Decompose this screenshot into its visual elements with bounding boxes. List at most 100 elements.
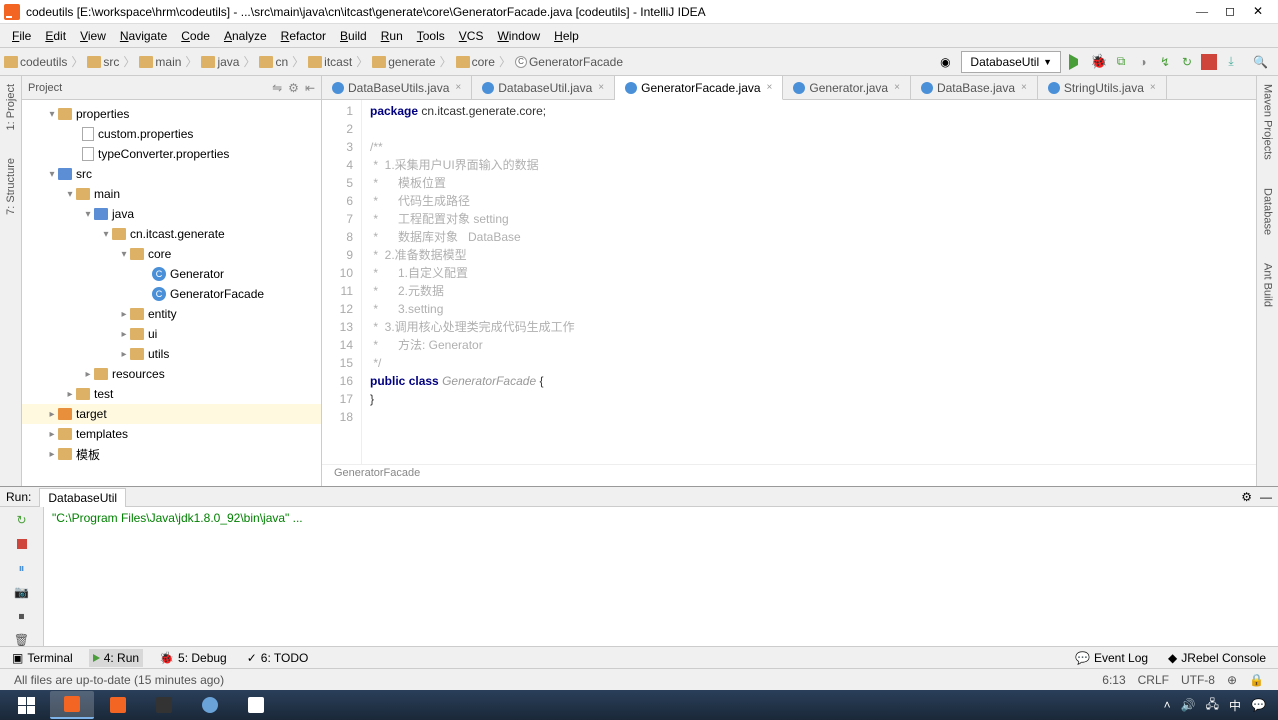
tree-class-generator[interactable]: Generator — [170, 267, 224, 281]
run-minimize-icon[interactable]: — — [1260, 490, 1272, 504]
console-output[interactable]: "C:\Program Files\Java\jdk1.8.0_92\bin\j… — [44, 507, 1278, 653]
maven-tool-button[interactable]: Maven Projects — [1262, 80, 1274, 164]
taskbar-intellij[interactable] — [50, 691, 94, 719]
editor-tab[interactable]: StringUtils.java× — [1038, 76, 1167, 99]
breadcrumb-item[interactable]: main — [139, 55, 181, 69]
tree-file-custom[interactable]: custom.properties — [98, 127, 193, 141]
tree-folder-utils[interactable]: utils — [148, 347, 169, 361]
terminal-tab[interactable]: ▣ Terminal — [8, 649, 77, 667]
structure-tool-button[interactable]: 7: Structure — [5, 154, 17, 219]
breadcrumb-item[interactable]: codeutils — [4, 55, 67, 69]
editor-tab[interactable]: DatabaseUtil.java× — [472, 76, 615, 99]
tree-folder-templates[interactable]: templates — [76, 427, 128, 441]
taskbar-app3[interactable] — [142, 691, 186, 719]
tray-network-icon[interactable]: 🖧 — [1206, 695, 1219, 716]
editor-tab[interactable]: DataBaseUtils.java× — [322, 76, 472, 99]
tree-folder-java[interactable]: java — [112, 207, 134, 221]
database-tool-button[interactable]: Database — [1262, 184, 1274, 239]
breadcrumb-item[interactable]: generate — [372, 55, 435, 69]
menu-run[interactable]: Run — [375, 27, 409, 45]
insert-mode[interactable]: ⊕ — [1227, 673, 1237, 687]
breadcrumb-item[interactable]: src — [87, 55, 119, 69]
editor-tab[interactable]: GeneratorFacade.java× — [615, 76, 783, 100]
tree-folder-target[interactable]: target — [76, 407, 107, 421]
pause-icon[interactable]: ⏸ — [13, 559, 31, 577]
tray-chevron-icon[interactable]: ˄ — [1164, 698, 1171, 712]
tray-ime-icon[interactable]: 中 — [1229, 697, 1241, 714]
close-button[interactable]: ✕ — [1250, 4, 1266, 19]
menu-help[interactable]: Help — [548, 27, 585, 45]
run-gear-icon[interactable]: ⚙ — [1241, 490, 1252, 504]
tree-folder-core[interactable]: core — [148, 247, 171, 261]
stop-button[interactable] — [1201, 54, 1217, 70]
rerun-icon[interactable]: ↻ — [13, 511, 31, 529]
maximize-button[interactable]: ◻ — [1222, 4, 1238, 19]
hide-icon[interactable]: ⇤ — [305, 81, 315, 95]
code-editor[interactable]: package cn.itcast.generate.core; /** * 1… — [362, 100, 1256, 464]
menu-window[interactable]: Window — [491, 27, 546, 45]
tree-folder-entity[interactable]: entity — [148, 307, 177, 321]
run-config-selector[interactable]: DatabaseUtil ▼ — [961, 51, 1061, 73]
collapse-icon[interactable]: ⇋ — [272, 81, 282, 95]
jrebel-tab[interactable]: ◆ JRebel Console — [1164, 649, 1270, 667]
close-icon[interactable]: × — [598, 82, 604, 93]
search-icon[interactable]: 🔍 — [1253, 55, 1268, 69]
todo-tab[interactable]: ✓ 6: TODO — [243, 649, 313, 667]
breadcrumb-item[interactable]: CGeneratorFacade — [515, 55, 623, 69]
exit-icon[interactable]: ⏹ — [13, 607, 31, 625]
close-icon[interactable]: × — [1150, 82, 1156, 93]
minimize-button[interactable]: — — [1194, 4, 1210, 19]
editor-tab[interactable]: Generator.java× — [783, 76, 911, 99]
tree-package[interactable]: cn.itcast.generate — [130, 227, 225, 241]
project-tool-button[interactable]: 1: Project — [5, 80, 17, 134]
line-separator[interactable]: CRLF — [1138, 673, 1169, 687]
taskbar-app4[interactable] — [188, 691, 232, 719]
attach-button[interactable]: ↯ — [1157, 54, 1173, 70]
update-button[interactable]: ⤓ — [1223, 54, 1239, 70]
dump-icon[interactable]: 📷 — [13, 583, 31, 601]
menu-code[interactable]: Code — [175, 27, 216, 45]
close-icon[interactable]: × — [455, 82, 461, 93]
breadcrumb-item[interactable]: cn — [259, 55, 288, 69]
menu-view[interactable]: View — [74, 27, 112, 45]
menu-analyze[interactable]: Analyze — [218, 27, 273, 45]
editor-tab[interactable]: DataBase.java× — [911, 76, 1038, 99]
coverage-button[interactable]: ⧉ — [1113, 54, 1129, 70]
jrebel-button[interactable]: ↻ — [1179, 54, 1195, 70]
debug-button[interactable]: 🐞 — [1091, 54, 1107, 70]
menu-tools[interactable]: Tools — [411, 27, 451, 45]
close-icon[interactable]: × — [894, 82, 900, 93]
menu-build[interactable]: Build — [334, 27, 373, 45]
eventlog-tab[interactable]: 💬 Event Log — [1071, 649, 1152, 667]
breadcrumb-item[interactable]: itcast — [308, 55, 352, 69]
breadcrumb-item[interactable]: java — [201, 55, 239, 69]
tree-folder-test[interactable]: test — [94, 387, 113, 401]
tree-folder-src[interactable]: src — [76, 167, 92, 181]
stop-process-icon[interactable] — [13, 535, 31, 553]
gear-icon[interactable]: ⚙ — [288, 81, 299, 95]
encoding[interactable]: UTF-8 — [1181, 673, 1215, 687]
tree-folder-muban[interactable]: 模板 — [76, 446, 100, 463]
tree-folder-properties[interactable]: properties — [76, 107, 129, 121]
tray-notifications-icon[interactable]: 💬 — [1251, 698, 1266, 712]
run-tab[interactable]: DatabaseUtil — [39, 488, 126, 507]
tree-file-typeconverter[interactable]: typeConverter.properties — [98, 147, 229, 161]
taskbar-app5[interactable] — [234, 691, 278, 719]
tree-folder-main[interactable]: main — [94, 187, 120, 201]
close-icon[interactable]: × — [767, 82, 773, 93]
run-button[interactable] — [1069, 54, 1085, 70]
debug-tab[interactable]: 🐞 5: Debug — [155, 649, 231, 667]
compass-icon[interactable]: ◉ — [937, 54, 953, 70]
menu-file[interactable]: File — [6, 27, 37, 45]
taskbar-app2[interactable] — [96, 691, 140, 719]
tree-class-generatorfacade[interactable]: GeneratorFacade — [170, 287, 264, 301]
profile-button[interactable]: ◑ — [1135, 54, 1151, 70]
tree-folder-resources[interactable]: resources — [112, 367, 165, 381]
menu-vcs[interactable]: VCS — [453, 27, 490, 45]
close-icon[interactable]: × — [1021, 82, 1027, 93]
menu-edit[interactable]: Edit — [39, 27, 72, 45]
run-tab-bottom[interactable]: 4: Run — [89, 649, 143, 667]
antbuild-tool-button[interactable]: Ant Build — [1262, 259, 1274, 311]
tree-folder-ui[interactable]: ui — [148, 327, 157, 341]
menu-refactor[interactable]: Refactor — [275, 27, 332, 45]
